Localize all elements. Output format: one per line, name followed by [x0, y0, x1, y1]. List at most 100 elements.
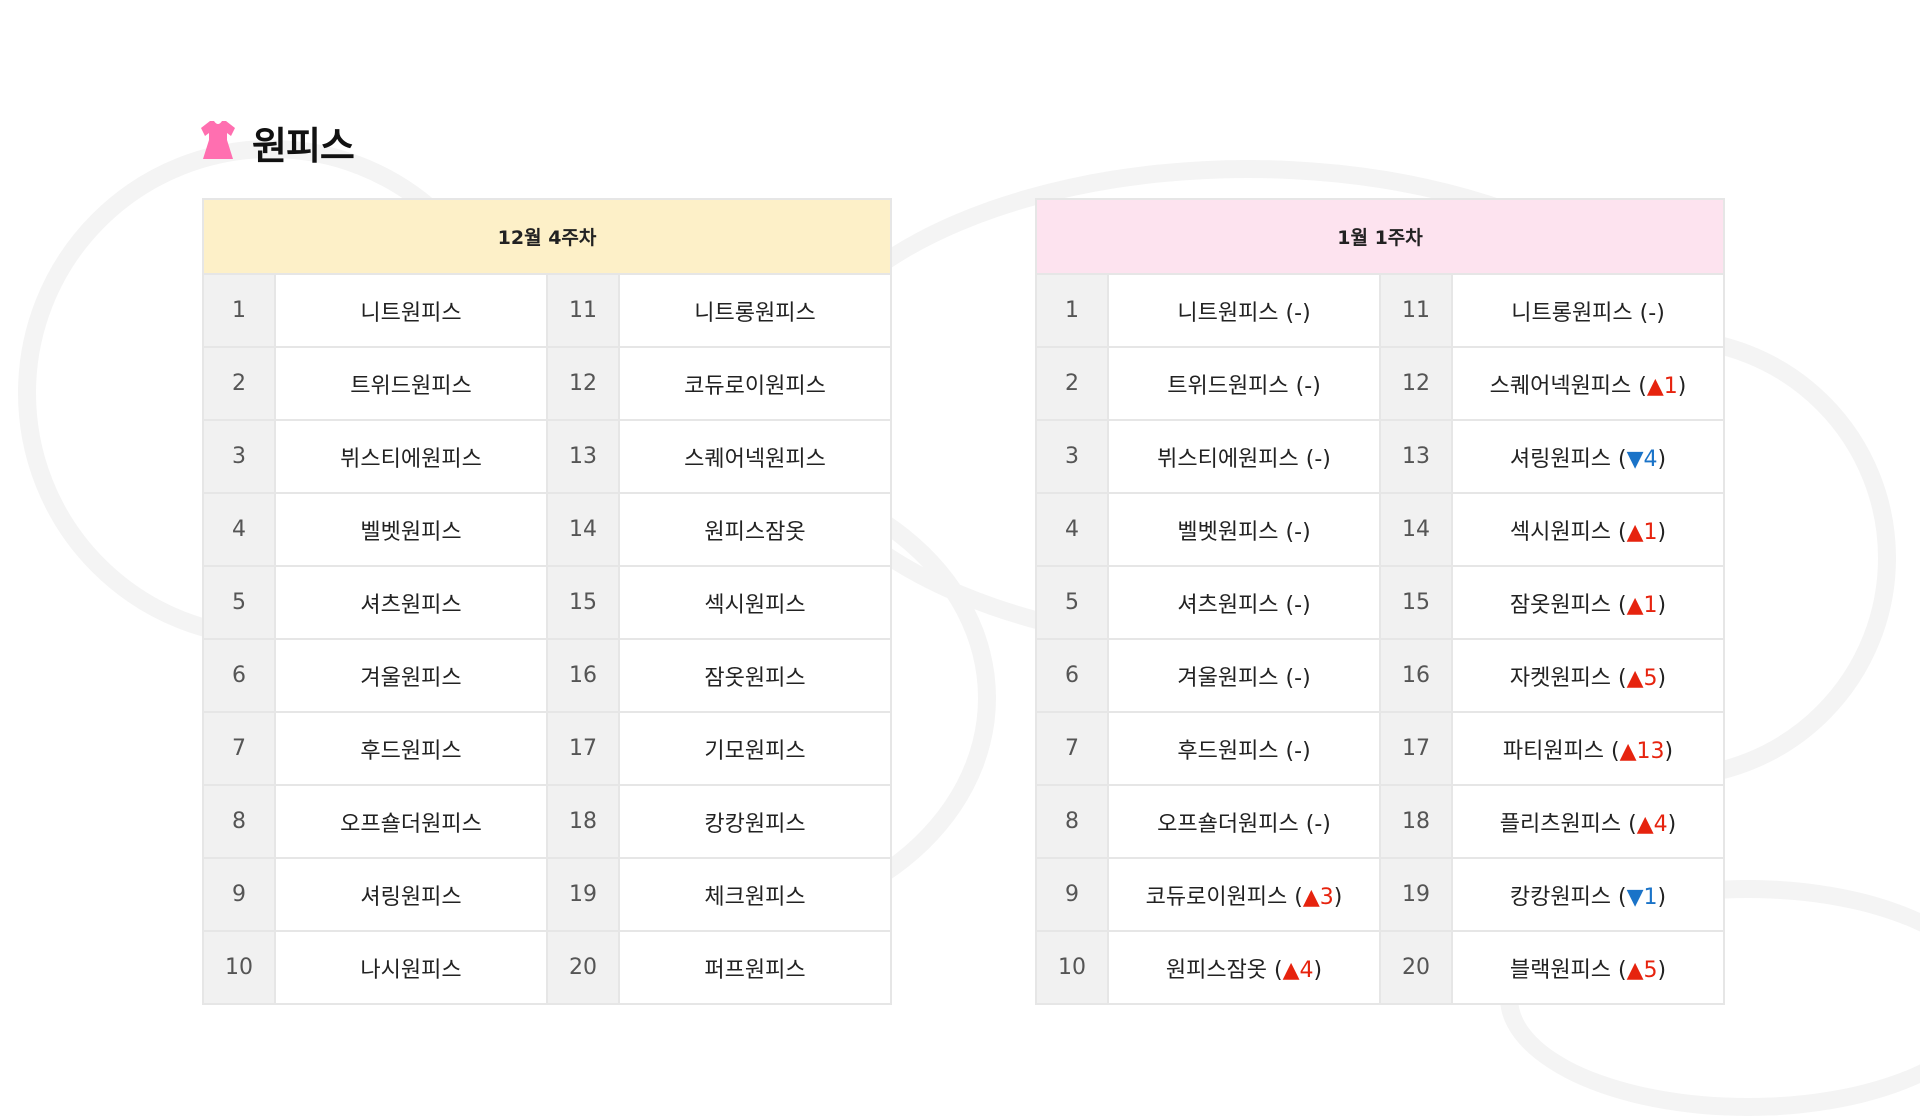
- rank-number: 5: [1035, 565, 1109, 640]
- rank-change: (-): [1305, 446, 1331, 472]
- keyword-name: 뷔스티에원피스: [1157, 446, 1299, 472]
- rank-change-amount: 4: [1653, 811, 1668, 837]
- keyword-name: 파티원피스: [1502, 738, 1605, 764]
- dress-icon: [200, 120, 236, 164]
- keyword-cell: 잠옷원피스 (▲1): [1451, 565, 1725, 640]
- keyword-name: 스퀘어넥원피스: [1489, 373, 1632, 399]
- keyword-name: 나시원피스: [360, 957, 462, 983]
- keyword-name: 후드원피스: [1177, 738, 1279, 764]
- rank-number: 12: [546, 346, 620, 421]
- keyword-cell: 트위드원피스 (-): [1107, 346, 1381, 421]
- rank-change-amount: 1: [1643, 519, 1658, 545]
- keyword-cell: 겨울원피스: [274, 638, 548, 713]
- rank-number: 8: [202, 784, 276, 859]
- keyword-cell: 코듀로이원피스 (▲3): [1107, 857, 1381, 932]
- table-row: 1 니트원피스 11 니트롱원피스: [202, 273, 893, 348]
- ranking-table-left: 12월 4주차 1 니트원피스 11 니트롱원피스 2 트위드원피스 12 코듀로이원피스 3 뷔…: [201, 198, 893, 1005]
- keyword-name: 트위드원피스: [350, 373, 472, 399]
- table-row: 9 코듀로이원피스 (▲3) 19 캉캉원피스 (▼1): [1035, 857, 1725, 932]
- rank-number: 4: [1035, 492, 1109, 567]
- keyword-name: 벨벳원피스: [360, 519, 462, 545]
- rank-number: 17: [546, 711, 620, 786]
- keyword-name: 기모원피스: [704, 738, 806, 764]
- rank-change: (-): [1295, 373, 1321, 399]
- keyword-cell: 뷔스티에원피스 (-): [1107, 419, 1381, 494]
- keyword-name: 체크원피스: [704, 884, 806, 910]
- table-row: 8 오프숄더원피스 18 캉캉원피스: [202, 784, 893, 859]
- rank-number: 15: [1379, 565, 1453, 640]
- rank-number: 20: [1379, 930, 1453, 1005]
- rank-up-arrow: ▲: [1626, 665, 1644, 691]
- keyword-name: 원피스잠옷: [1165, 957, 1268, 983]
- rank-change-amount: 4: [1643, 446, 1658, 472]
- keyword-cell: 잠옷원피스: [617, 638, 893, 713]
- keyword-cell: 오프숄더원피스 (-): [1107, 784, 1381, 859]
- rank-number: 16: [1379, 638, 1453, 713]
- rank-change-amount: 1: [1643, 884, 1658, 910]
- keyword-name: 후드원피스: [360, 738, 462, 764]
- table-row: 2 트위드원피스 (-) 12 스퀘어넥원피스 (▲1): [1035, 346, 1725, 421]
- rank-change: (-): [1639, 300, 1665, 326]
- rank-up-arrow: ▲: [1282, 957, 1300, 983]
- rank-number: 7: [202, 711, 276, 786]
- keyword-name: 섹시원피스: [704, 592, 806, 618]
- keyword-cell: 캉캉원피스 (▼1): [1451, 857, 1725, 932]
- rank-down-arrow: ▼: [1626, 446, 1644, 472]
- rank-change: (-): [1285, 665, 1311, 691]
- rank-number: 1: [1035, 273, 1109, 348]
- keyword-cell: 플리츠원피스 (▲4): [1451, 784, 1725, 859]
- keyword-name: 잠옷원피스: [704, 665, 806, 691]
- keyword-name: 셔링원피스: [360, 884, 462, 910]
- keyword-name: 캉캉원피스: [704, 811, 806, 837]
- rank-change: (-): [1285, 738, 1311, 764]
- rank-number: 10: [1035, 930, 1109, 1005]
- keyword-name: 니트원피스: [360, 300, 462, 326]
- keyword-name: 캉캉원피스: [1509, 884, 1612, 910]
- table-header-left: 12월 4주차: [201, 198, 893, 275]
- rank-number: 2: [202, 346, 276, 421]
- table-row: 2 트위드원피스 12 코듀로이원피스: [202, 346, 893, 421]
- keyword-name: 섹시원피스: [1509, 519, 1612, 545]
- rank-down-arrow: ▼: [1626, 884, 1644, 910]
- rank-number: 11: [546, 273, 620, 348]
- keyword-cell: 원피스잠옷: [617, 492, 893, 567]
- keyword-cell: 스퀘어넥원피스: [617, 419, 893, 494]
- rank-change: (-): [1305, 811, 1331, 837]
- table-row: 7 후드원피스 (-) 17 파티원피스 (▲13): [1035, 711, 1725, 786]
- keyword-cell: 스퀘어넥원피스 (▲1): [1451, 346, 1725, 421]
- keyword-name: 니트원피스: [1177, 300, 1279, 326]
- rank-up-arrow: ▲: [1636, 811, 1654, 837]
- keyword-cell: 겨울원피스 (-): [1107, 638, 1381, 713]
- rank-change-amount: 5: [1643, 665, 1658, 691]
- rank-number: 6: [202, 638, 276, 713]
- page-header: 원피스: [200, 116, 355, 168]
- table-row: 3 뷔스티에원피스 13 스퀘어넥원피스: [202, 419, 893, 494]
- rank-number: 3: [202, 419, 276, 494]
- keyword-name: 니트롱원피스: [1511, 300, 1633, 326]
- rank-change-amount: 1: [1663, 373, 1678, 399]
- rank-up-arrow: ▲: [1646, 373, 1664, 399]
- keyword-name: 자켓원피스: [1509, 665, 1612, 691]
- rank-number: 7: [1035, 711, 1109, 786]
- rank-number: 16: [546, 638, 620, 713]
- table-row: 5 셔츠원피스 15 섹시원피스: [202, 565, 893, 640]
- keyword-cell: 벨벳원피스 (-): [1107, 492, 1381, 567]
- rank-number: 9: [1035, 857, 1109, 932]
- keyword-name: 셔링원피스: [1509, 446, 1612, 472]
- rank-number: 14: [1379, 492, 1453, 567]
- keyword-name: 코듀로이원피스: [1145, 884, 1288, 910]
- keyword-name: 스퀘어넥원피스: [684, 446, 826, 472]
- keyword-cell: 뷔스티에원피스: [274, 419, 548, 494]
- rank-change-amount: 4: [1299, 957, 1314, 983]
- table-row: 9 셔링원피스 19 체크원피스: [202, 857, 893, 932]
- rank-number: 15: [546, 565, 620, 640]
- rank-number: 6: [1035, 638, 1109, 713]
- rank-number: 8: [1035, 784, 1109, 859]
- keyword-cell: 오프숄더원피스: [274, 784, 548, 859]
- rank-number: 2: [1035, 346, 1109, 421]
- keyword-cell: 셔츠원피스: [274, 565, 548, 640]
- rank-number: 10: [202, 930, 276, 1005]
- keyword-cell: 셔링원피스 (▼4): [1451, 419, 1725, 494]
- table-row: 1 니트원피스 (-) 11 니트롱원피스 (-): [1035, 273, 1725, 348]
- keyword-name: 오프숄더원피스: [340, 811, 482, 837]
